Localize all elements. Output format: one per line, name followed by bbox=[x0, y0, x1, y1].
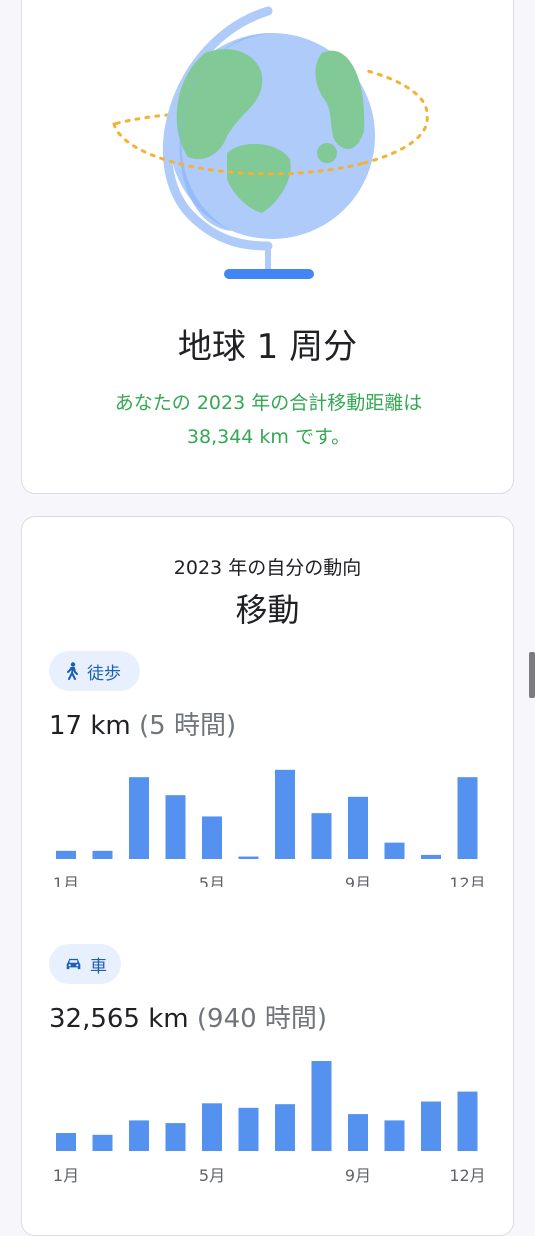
summary-card: 地球 1 周分 あなたの 2023 年の合計移動距離は 38,344 km です… bbox=[21, 0, 514, 494]
bar-11月 bbox=[421, 854, 441, 859]
bar-4月 bbox=[165, 1123, 186, 1151]
bar-2月 bbox=[92, 1134, 113, 1151]
tick-label: 12月 bbox=[449, 874, 485, 887]
bar-10月 bbox=[384, 1120, 405, 1151]
bar-4月 bbox=[165, 795, 186, 859]
walking-icon bbox=[67, 662, 78, 680]
car-icon bbox=[66, 958, 81, 970]
bar-8月 bbox=[311, 1061, 332, 1151]
bar-6月 bbox=[238, 1107, 259, 1151]
distance-summary: あなたの 2023 年の合計移動距離は 38,344 km です。 bbox=[62, 386, 475, 454]
bar-7月 bbox=[275, 769, 295, 859]
walking-chart: 1月 5月 9月 12月 bbox=[53, 769, 486, 887]
bar-1月 bbox=[56, 850, 76, 859]
tick-label: 1月 bbox=[53, 1166, 79, 1185]
tick-label: 5月 bbox=[199, 1166, 225, 1185]
driving-duration: (940 時間) bbox=[196, 1004, 328, 1034]
tick-label: 9月 bbox=[345, 874, 371, 887]
walking-duration: (5 時間) bbox=[139, 711, 237, 741]
summary-line-1: あなたの 2023 年の合計移動距離は bbox=[114, 392, 423, 414]
bar-1月 bbox=[56, 1133, 76, 1151]
driving-distance: 32,565 km bbox=[49, 1004, 189, 1034]
headline: 地球 1 周分 bbox=[177, 327, 358, 367]
bar-2月 bbox=[92, 850, 113, 859]
driving-metric: 32,565 km (940 時間) bbox=[49, 998, 327, 1035]
bar-5月 bbox=[202, 816, 222, 859]
globe-stand-base bbox=[224, 269, 314, 279]
scrollbar-thumb[interactable] bbox=[529, 652, 535, 698]
driving-chart: 1月 5月 9月 12月 bbox=[53, 1061, 486, 1185]
bar-9月 bbox=[348, 796, 368, 859]
walking-chip[interactable]: 徒歩 bbox=[49, 651, 140, 691]
walking-distance: 17 km bbox=[49, 711, 131, 741]
bar-12月 bbox=[457, 777, 478, 859]
bar-11月 bbox=[421, 1101, 441, 1151]
tick-label: 9月 bbox=[345, 1166, 371, 1185]
bar-6月 bbox=[238, 856, 259, 859]
bar-8月 bbox=[311, 813, 332, 859]
bar-3月 bbox=[129, 777, 149, 859]
tick-label: 12月 bbox=[449, 1166, 485, 1185]
driving-chip[interactable]: 車 bbox=[49, 944, 121, 984]
tick-label: 5月 bbox=[199, 874, 225, 887]
bar-10月 bbox=[384, 842, 405, 859]
bar-12月 bbox=[457, 1091, 478, 1151]
driving-chip-label: 車 bbox=[90, 956, 107, 977]
travel-stats-card: 2023 年の自分の動向 移動 徒歩 17 km (5 時間) 1月 5月 9月 12… bbox=[21, 516, 514, 1236]
stats-subtitle: 2023 年の自分の動向 bbox=[173, 557, 362, 579]
bar-3月 bbox=[129, 1120, 149, 1151]
tick-label: 1月 bbox=[53, 874, 79, 887]
walking-metric: 17 km (5 時間) bbox=[49, 705, 236, 742]
walking-chip-label: 徒歩 bbox=[87, 663, 121, 684]
bar-9月 bbox=[348, 1114, 368, 1151]
summary-line-2: 38,344 km です。 bbox=[186, 426, 351, 448]
bar-5月 bbox=[202, 1103, 222, 1151]
stats-title: 移動 bbox=[235, 591, 300, 629]
bar-7月 bbox=[275, 1104, 295, 1151]
island bbox=[317, 143, 337, 163]
